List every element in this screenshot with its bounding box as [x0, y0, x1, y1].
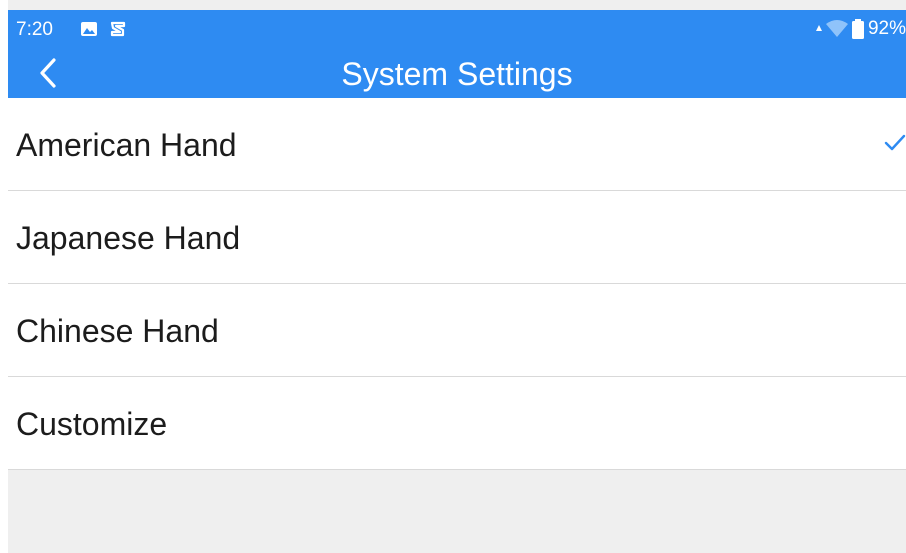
status-right-group: 92%: [815, 18, 906, 40]
hand-mode-list: American Hand Japanese Hand Chinese Hand…: [8, 98, 906, 470]
option-label: Japanese Hand: [16, 220, 241, 256]
battery-icon: [851, 19, 864, 39]
option-japanese-hand[interactable]: Japanese Hand: [8, 191, 906, 284]
option-american-hand[interactable]: American Hand: [8, 98, 906, 191]
system-settings-screen: 7:20 92% System Settings American Hand J…: [0, 0, 906, 553]
option-chinese-hand[interactable]: Chinese Hand: [8, 284, 906, 377]
option-label: Chinese Hand: [16, 313, 219, 349]
signal-arrow-icon: [815, 25, 822, 31]
option-label: Customize: [16, 406, 168, 442]
chevron-left-icon: [40, 58, 56, 88]
app-notification-icon: [110, 21, 126, 37]
toolbar: System Settings: [8, 48, 906, 98]
wifi-icon: [825, 20, 848, 37]
left-edge: [0, 0, 8, 553]
gallery-icon: [81, 22, 97, 36]
check-icon: [884, 134, 906, 151]
back-button[interactable]: [28, 52, 68, 94]
option-customize[interactable]: Customize: [8, 377, 906, 470]
header: 7:20 92% System Settings: [8, 10, 906, 98]
status-bar: 7:20 92%: [8, 10, 906, 48]
status-time: 7:20: [16, 19, 53, 40]
option-label: American Hand: [16, 127, 237, 163]
battery-percent: 92%: [867, 18, 906, 39]
page-title: System Settings: [341, 56, 573, 92]
